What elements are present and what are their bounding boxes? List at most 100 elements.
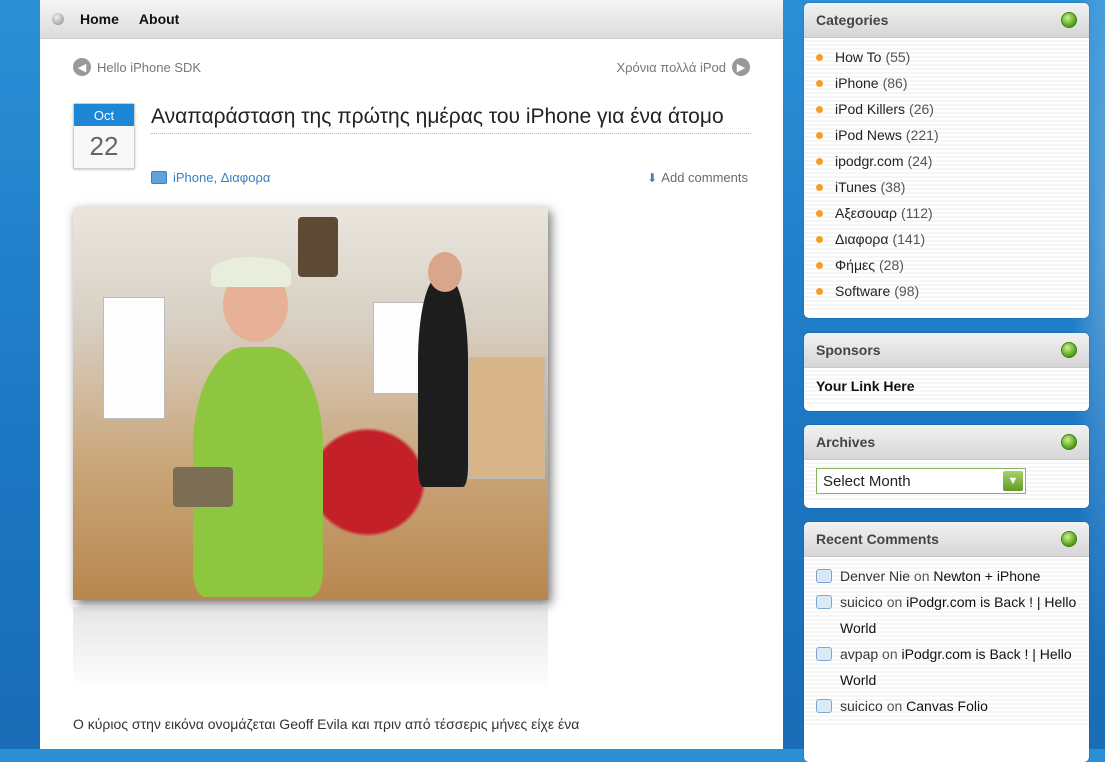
comment-post-link[interactable]: Newton + iPhone [933,568,1040,584]
category-item[interactable]: iPod Killers (26) [816,96,1077,122]
category-count: (86) [882,75,908,91]
next-post-label: Χρόνια πολλά iPod [616,59,726,75]
archives-body: Select Month ▼ [804,460,1089,500]
category-name: ipodgr.com [835,153,904,169]
recent-comments-title: Recent Comments [816,531,939,547]
recent-comments-widget: Recent Comments Denver Nie on Newton + i… [804,522,1089,762]
category-count: (98) [894,283,920,299]
categories-title: Categories [816,12,889,28]
widget-ball-icon[interactable] [1061,531,1077,547]
category-name: Φήμες [835,257,876,273]
bullet-icon [816,105,823,113]
prev-post-label: Hello iPhone SDK [97,59,202,75]
category-name: iPhone [835,75,879,91]
category-name: iPod News [835,127,902,143]
category-item[interactable]: Διαφορα (141) [816,226,1077,252]
bullet-icon [816,131,823,139]
add-comments-label: Add comments [661,170,748,185]
category-count: (112) [901,205,933,221]
widget-ball-icon[interactable] [1061,342,1077,358]
category-item[interactable]: iTunes (38) [816,174,1077,200]
category-name: Software [835,283,891,299]
nav-dot-icon [52,13,64,25]
sponsors-header: Sponsors [804,333,1089,368]
bullet-icon [816,209,823,217]
post-image [73,207,550,602]
category-count: (24) [907,153,933,169]
post-date-month: Oct [74,104,134,126]
category-item[interactable]: iPhone (86) [816,70,1077,96]
post-title[interactable]: Αναπαράσταση της πρώτης ημέρας του iPhon… [151,104,751,134]
top-nav: Home About [40,0,783,39]
archives-header: Archives [804,425,1089,460]
comment-on: on [913,568,930,584]
bullet-icon [816,287,823,295]
category-item[interactable]: Αξεσουαρ (112) [816,200,1077,226]
comment-bubble-icon [816,647,832,661]
post-categories-text: iPhone, Διαφορα [173,170,271,185]
category-name: iPod Killers [835,101,906,117]
bullet-icon [816,157,823,165]
category-name: Διαφορα [835,231,889,247]
recent-comment-item: suicico on Canvas Folio [816,693,1077,719]
recent-comment-item: Denver Nie on Newton + iPhone [816,563,1077,589]
bullet-icon [816,53,823,61]
archives-widget: Archives Select Month ▼ [804,425,1089,508]
nav-home-link[interactable]: Home [80,11,119,27]
arrow-left-icon: ◀ [73,58,91,76]
category-count: (141) [892,231,926,247]
comment-bubble-icon [816,569,832,583]
bullet-icon [816,183,823,191]
sponsors-widget: Sponsors Your Link Here [804,333,1089,411]
recent-comment-item: avpap on iPodgr.com is Back ! | Hello Wo… [816,641,1077,693]
categories-list: How To (55) iPhone (86) iPod Killers (26) i… [804,38,1089,310]
next-post-link[interactable]: Χρόνια πολλά iPod ▶ [616,58,750,76]
comment-on: on [886,594,903,610]
comment-author[interactable]: suicico [840,698,883,714]
sponsor-link[interactable]: Your Link Here [816,374,1077,398]
category-item[interactable]: iPod News (221) [816,122,1077,148]
archives-title: Archives [816,434,876,450]
comment-on: on [886,698,903,714]
add-comments-link[interactable]: ⬇ Add comments [647,170,748,185]
category-item[interactable]: How To (55) [816,44,1077,70]
category-name: Αξεσουαρ [835,205,897,221]
nav-about-link[interactable]: About [139,11,179,27]
category-item[interactable]: Software (98) [816,278,1077,304]
post-date: Oct 22 [73,103,135,169]
comment-author[interactable]: suicico [840,594,883,610]
post-navigation: ◀ Hello iPhone SDK Χρόνια πολλά iPod ▶ [73,58,750,76]
widget-ball-icon[interactable] [1061,12,1077,28]
category-name: iTunes [835,179,877,195]
categories-widget: Categories How To (55) iPhone (86) iPod Ki… [804,3,1089,318]
sponsors-title: Sponsors [816,342,881,358]
arrow-down-icon: ⬇ [647,170,658,185]
bullet-icon [816,261,823,269]
category-item[interactable]: ipodgr.com (24) [816,148,1077,174]
recent-comment-item: suicico on iPodgr.com is Back ! | Hello … [816,589,1077,641]
sponsors-body: Your Link Here [804,368,1089,404]
recent-comments-list: Denver Nie on Newton + iPhone suicico on… [804,557,1089,725]
comment-bubble-icon [816,699,832,713]
post-excerpt: Ο κύριος στην εικόνα ονομάζεται Geoff Ev… [73,716,580,732]
comment-author[interactable]: Denver Nie [840,568,910,584]
bullet-icon [816,79,823,87]
category-item[interactable]: Φήμες (28) [816,252,1077,278]
post-meta: iPhone, Διαφορα ⬇ Add comments [151,170,748,185]
archives-select[interactable]: Select Month ▼ [816,468,1026,494]
widget-ball-icon[interactable] [1061,434,1077,450]
category-count: (221) [905,127,939,143]
comment-post-link[interactable]: Canvas Folio [906,698,988,714]
folder-icon [151,171,167,184]
category-count: (38) [880,179,906,195]
post-photo [73,207,548,600]
post-date-day: 22 [89,130,119,161]
comment-bubble-icon [816,595,832,609]
arrow-right-icon: ▶ [732,58,750,76]
prev-post-link[interactable]: ◀ Hello iPhone SDK [73,58,201,76]
post-categories[interactable]: iPhone, Διαφορα [151,170,270,185]
comment-on: on [882,646,898,662]
recent-comments-header: Recent Comments [804,522,1089,557]
comment-author[interactable]: avpap [840,646,878,662]
archives-select-value: Select Month [823,472,911,490]
